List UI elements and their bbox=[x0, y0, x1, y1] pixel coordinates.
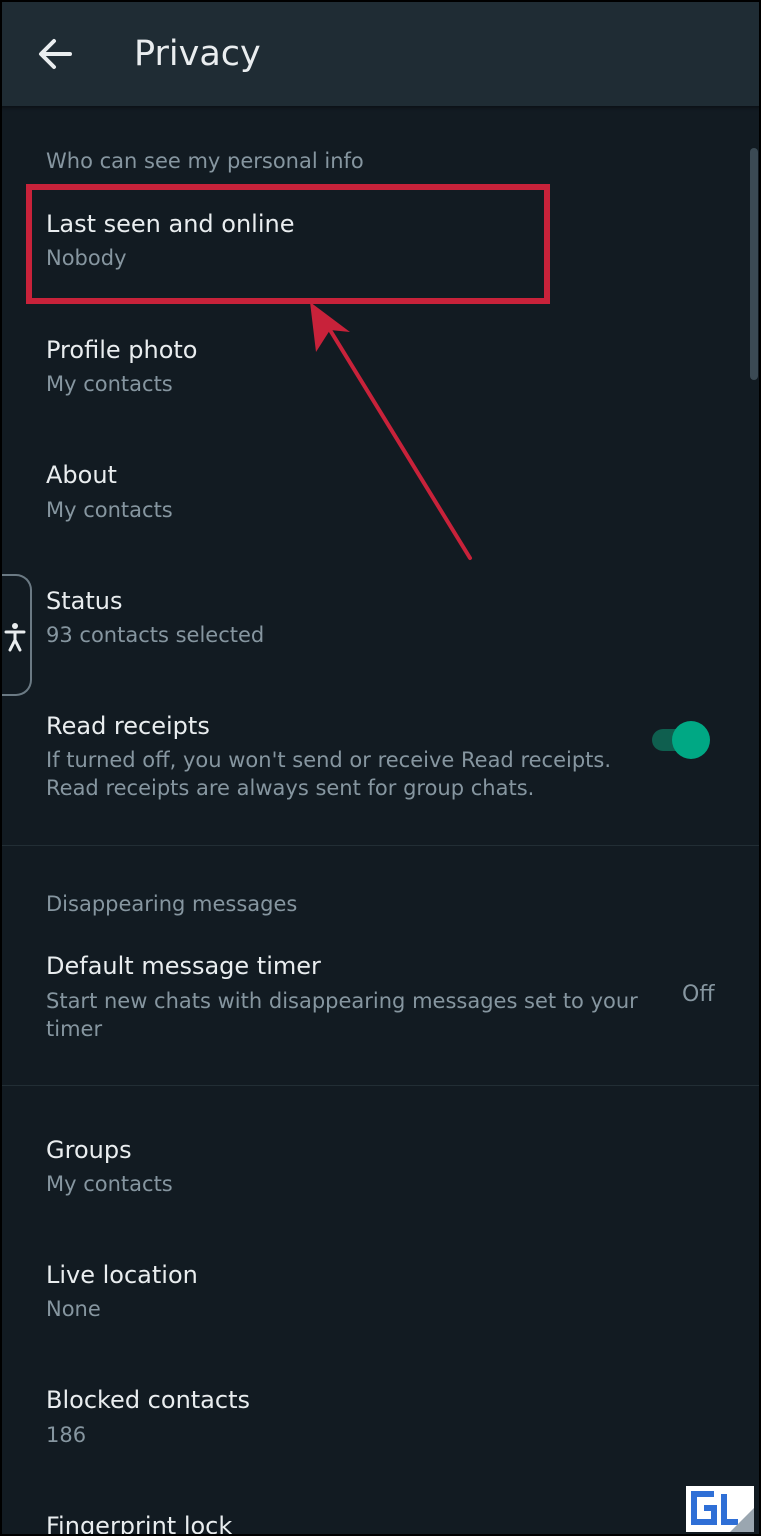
timer-value: Off bbox=[682, 982, 715, 1007]
setting-value: None bbox=[46, 1297, 101, 1321]
section-header-personal-info: Who can see my personal info bbox=[46, 149, 364, 173]
setting-title: Status bbox=[46, 587, 123, 615]
setting-fingerprint-lock[interactable]: Fingerprint lock bbox=[0, 1496, 740, 1536]
section-divider bbox=[0, 845, 761, 846]
setting-status[interactable]: Status 93 contacts selected bbox=[0, 570, 740, 680]
setting-title: Fingerprint lock bbox=[46, 1512, 233, 1536]
setting-read-receipts[interactable]: Read receipts If turned off, you won't s… bbox=[0, 694, 740, 834]
setting-title: About bbox=[46, 461, 117, 489]
setting-groups[interactable]: Groups My contacts bbox=[0, 1118, 740, 1228]
setting-description: If turned off, you won't send or receive… bbox=[46, 748, 612, 772]
page-title: Privacy bbox=[134, 34, 261, 74]
setting-description: Start new chats with disappearing messag… bbox=[46, 989, 638, 1013]
arrow-back-icon[interactable] bbox=[30, 30, 78, 78]
setting-blocked-contacts[interactable]: Blocked contacts 186 bbox=[0, 1370, 740, 1480]
setting-value: My contacts bbox=[46, 498, 173, 522]
setting-description: Read receipts are always sent for group … bbox=[46, 776, 535, 800]
setting-title: Live location bbox=[46, 1261, 198, 1289]
annotation-arrow-icon bbox=[310, 302, 472, 560]
setting-title: Read receipts bbox=[46, 712, 210, 740]
accessibility-icon bbox=[4, 623, 26, 652]
setting-title: Profile photo bbox=[46, 336, 198, 364]
setting-description: timer bbox=[46, 1017, 103, 1041]
app-bar: Privacy bbox=[0, 0, 761, 106]
section-header-disappearing: Disappearing messages bbox=[46, 892, 298, 916]
watermark-logo-icon bbox=[686, 1486, 754, 1532]
setting-value: My contacts bbox=[46, 372, 173, 396]
setting-live-location[interactable]: Live location None bbox=[0, 1244, 740, 1354]
setting-value: 186 bbox=[46, 1423, 87, 1447]
accessibility-shortcut[interactable] bbox=[0, 574, 32, 696]
setting-value: My contacts bbox=[46, 1172, 173, 1196]
setting-value: 93 contacts selected bbox=[46, 623, 265, 647]
setting-title: Blocked contacts bbox=[46, 1386, 250, 1414]
setting-title: Groups bbox=[46, 1136, 132, 1164]
section-divider bbox=[0, 1085, 761, 1086]
setting-title: Default message timer bbox=[46, 952, 321, 980]
scrollbar-thumb[interactable] bbox=[750, 148, 758, 380]
annotation-highlight-box bbox=[26, 184, 550, 304]
toggle-thumb bbox=[672, 721, 710, 759]
read-receipts-toggle[interactable] bbox=[650, 721, 710, 759]
setting-default-message-timer[interactable]: Default message timer Start new chats wi… bbox=[0, 936, 740, 1066]
